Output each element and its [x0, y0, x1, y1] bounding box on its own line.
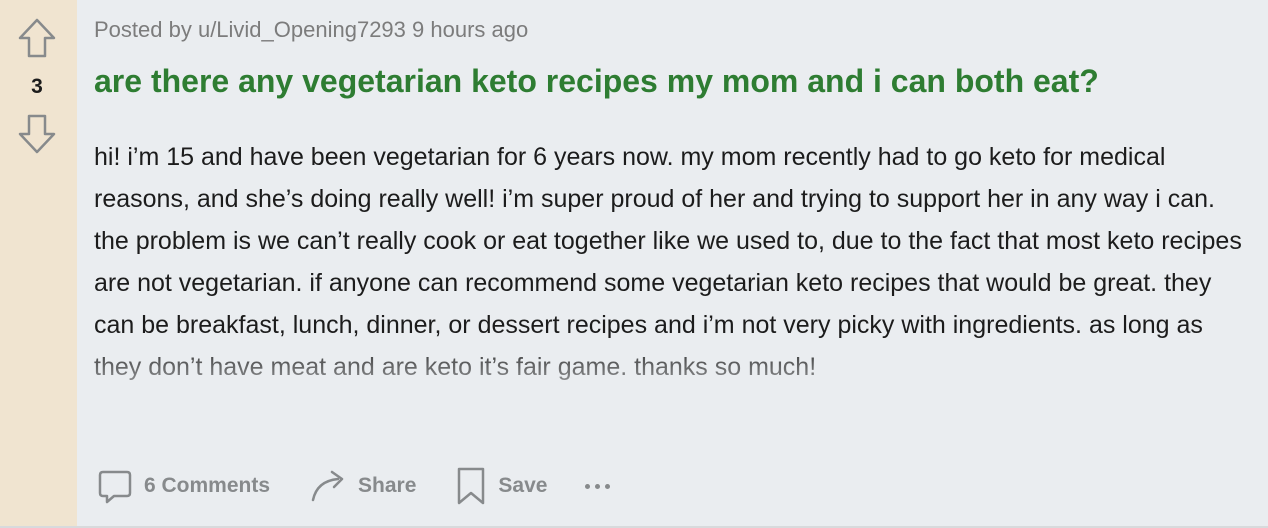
comment-bubble-icon — [98, 470, 132, 504]
save-button[interactable]: Save — [454, 466, 547, 506]
more-dots-icon[interactable] — [585, 483, 611, 489]
post-body: hi! i’m 15 and have been vegetarian for … — [94, 143, 1242, 381]
share-label: Share — [358, 474, 417, 497]
post-actions-bar: 6 Comments Share Save — [94, 462, 611, 510]
dot — [595, 483, 601, 489]
post-card: 3 Posted by u/Livid_Opening7293 9 hours … — [0, 0, 1268, 528]
comments-button[interactable]: 6 Comments — [94, 466, 270, 506]
comments-label: 6 Comments — [144, 474, 271, 497]
vote-count: 3 — [31, 75, 43, 98]
save-label: Save — [498, 474, 548, 497]
post-time: 9 hours ago — [412, 17, 529, 42]
upvote-arrow-icon[interactable] — [17, 17, 57, 59]
posted-by-author[interactable]: Posted by u/Livid_Opening7293 — [94, 17, 406, 42]
dot — [585, 483, 591, 489]
dot — [605, 483, 611, 489]
post-meta: Posted by u/Livid_Opening7293 9 hours ag… — [94, 17, 528, 43]
post-title[interactable]: are there any vegetarian keto recipes my… — [94, 63, 1254, 100]
share-button[interactable]: Share — [308, 466, 416, 506]
vote-column: 3 — [0, 0, 77, 528]
bookmark-icon — [458, 467, 485, 505]
downvote-arrow-icon[interactable] — [17, 113, 57, 155]
share-arrow-icon — [311, 470, 344, 502]
